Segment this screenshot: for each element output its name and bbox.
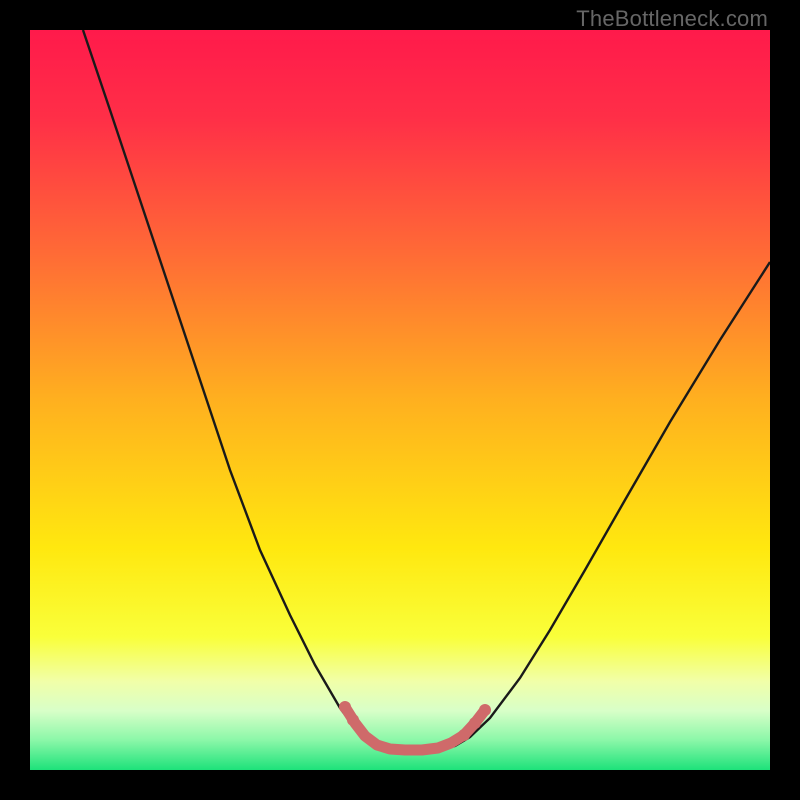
- highlight-dot: [458, 729, 470, 741]
- chart-plot: [30, 30, 770, 770]
- highlight-dot: [347, 714, 359, 726]
- chart-background: [30, 30, 770, 770]
- highlight-dot: [479, 704, 491, 716]
- highlight-dot: [469, 717, 481, 729]
- watermark-text: TheBottleneck.com: [576, 6, 768, 32]
- highlight-dot: [339, 701, 351, 713]
- chart-frame: [30, 30, 770, 770]
